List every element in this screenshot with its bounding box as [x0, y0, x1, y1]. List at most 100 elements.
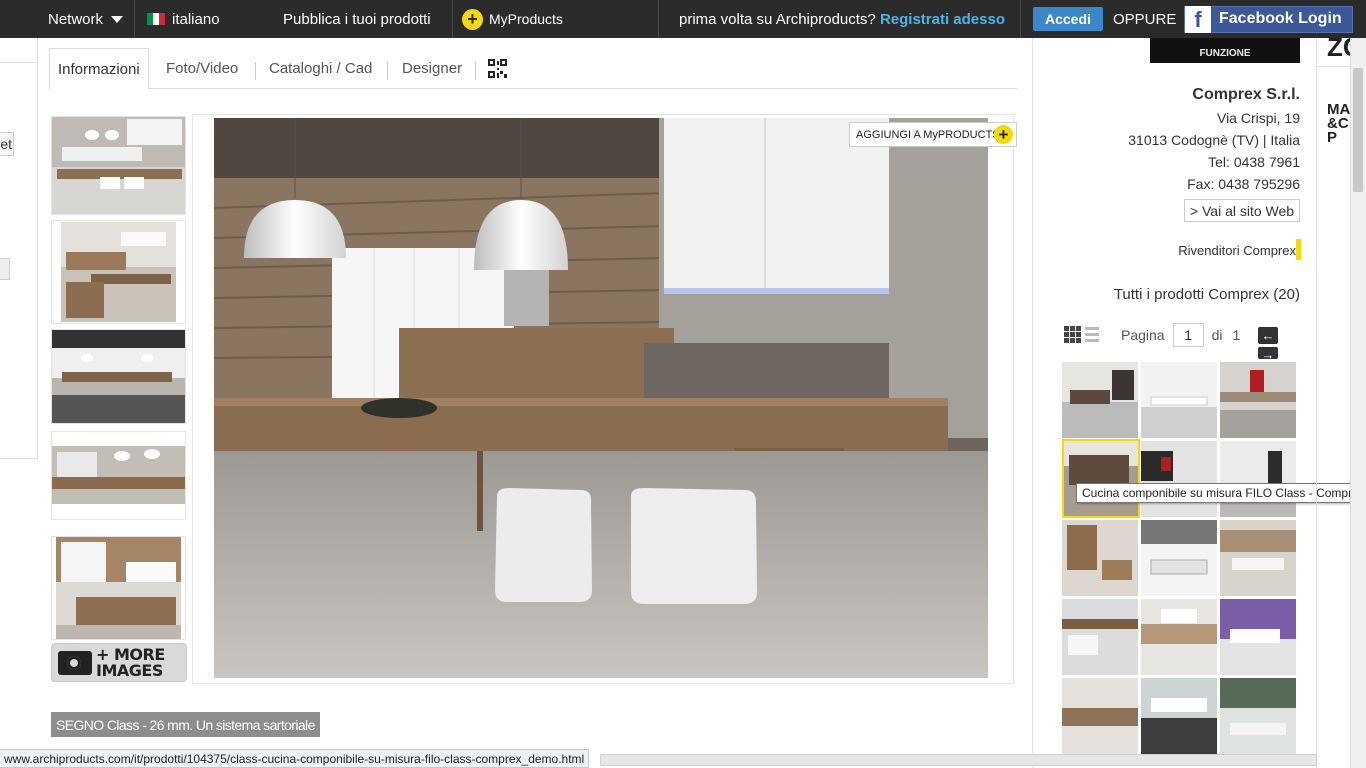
caption-text: SEGNO Class - 26 mm. Un sistema sartoria…: [56, 716, 315, 733]
product-thumbnail[interactable]: [1220, 678, 1296, 754]
product-photo: [1062, 362, 1138, 438]
publish-products-link[interactable]: Pubblica i tuoi prodotti: [283, 0, 431, 38]
adjacent-column-fragment: ZC MA &C P: [1316, 32, 1351, 768]
add-to-myproducts-button[interactable]: AGGIUNGI A MyPRODUCTS +: [849, 122, 1017, 147]
main-product-image[interactable]: [214, 118, 988, 678]
network-menu[interactable]: Network: [48, 0, 124, 38]
scrollbar-thumb[interactable]: [1353, 68, 1363, 192]
page-number-input[interactable]: [1172, 322, 1204, 347]
next-page-arrow-icon[interactable]: →: [1258, 347, 1278, 359]
kitchen-photo: [61, 222, 176, 322]
company-phone: Tel: 0438 7961: [1208, 154, 1300, 170]
pagination: Pagina di 1: [1064, 322, 1240, 347]
product-thumbnail[interactable]: [1220, 520, 1296, 596]
product-photo: [1062, 520, 1138, 596]
logo-text: FUNZIONE: [1199, 47, 1251, 59]
brand-logo[interactable]: FUNZIONE: [1150, 38, 1300, 63]
language-label: italiano: [172, 10, 220, 28]
website-link-button[interactable]: > Vai al sito Web: [1184, 199, 1300, 222]
gallery-thumbnail[interactable]: [51, 220, 186, 324]
product-thumbnail[interactable]: [1141, 362, 1217, 438]
product-thumbnail[interactable]: [1220, 362, 1296, 438]
dealers-link[interactable]: Rivenditori Comprex: [1178, 243, 1296, 258]
myproducts-link[interactable]: + MyProducts: [462, 0, 563, 38]
add-to-myproducts-label: AGGIUNGI A MyPRODUCTS: [856, 128, 1000, 141]
login-button[interactable]: Accedi: [1033, 7, 1103, 31]
first-time-text: prima volta su Archiproducts? Registrati…: [679, 0, 1005, 38]
fragment-text-1: ZC: [1327, 32, 1351, 62]
fragment-text-2: MA &C P: [1327, 103, 1350, 145]
top-navigation-bar: Network italiano Pubblica i tuoi prodott…: [0, 0, 1366, 38]
gallery-thumbnail[interactable]: [51, 431, 186, 520]
tab-label: Designer: [402, 60, 463, 77]
horizontal-scrollbar[interactable]: [600, 754, 1317, 766]
product-photo: [1220, 441, 1296, 517]
product-thumbnail[interactable]: [1141, 599, 1217, 675]
product-photo: [1220, 362, 1296, 438]
tab-label: Informazioni: [58, 60, 140, 78]
page-label: Pagina: [1121, 326, 1165, 343]
tab-designer[interactable]: Designer: [402, 48, 462, 89]
facebook-login-button[interactable]: f Facebook Login: [1184, 5, 1353, 33]
product-thumbnail[interactable]: [1062, 362, 1138, 438]
gallery-thumbnail[interactable]: [51, 116, 186, 215]
tab-foto-video[interactable]: Foto/Video: [166, 48, 238, 89]
product-thumbnail[interactable]: [1062, 678, 1138, 754]
kitchen-photo: [56, 537, 181, 639]
product-photo: [1141, 362, 1217, 438]
qr-code-tab[interactable]: [488, 48, 507, 89]
product-photo: [1141, 599, 1217, 675]
kitchen-photo: [52, 432, 185, 519]
facebook-login-label: Facebook Login: [1219, 10, 1342, 27]
tab-label: Cataloghi / Cad: [269, 60, 373, 77]
myproducts-label: MyProducts: [489, 11, 563, 27]
product-thumbnail[interactable]: [1141, 520, 1217, 596]
or-label: OPPURE: [1113, 10, 1177, 28]
publish-products-label: Pubblica i tuoi prodotti: [283, 10, 431, 28]
plus-icon: +: [462, 8, 483, 30]
tab-label: Foto/Video: [166, 60, 239, 77]
product-photo: [1141, 520, 1217, 596]
kitchen-photo: [52, 117, 185, 214]
company-name: Comprex S.r.l.: [1192, 86, 1300, 103]
product-thumbnail[interactable]: [1220, 441, 1296, 517]
grid-view-icon[interactable]: [1064, 326, 1081, 343]
product-thumbnail[interactable]: [1141, 441, 1217, 517]
product-thumbnail-selected[interactable]: [1062, 439, 1140, 518]
more-images-button[interactable]: + MORE IMAGES: [51, 643, 187, 682]
gallery-thumbnail[interactable]: [51, 536, 186, 640]
status-bar-url: www.archiproducts.com/it/prodotti/104375…: [0, 749, 590, 768]
image-caption: SEGNO Class - 26 mm. Un sistema sartoria…: [51, 712, 320, 737]
list-view-icon[interactable]: [1085, 327, 1099, 342]
partial-button-label: et: [0, 136, 12, 152]
kitchen-photo: [52, 330, 185, 423]
network-label: Network: [48, 10, 104, 28]
product-thumbnail[interactable]: [1062, 520, 1138, 596]
product-photo: [1220, 520, 1296, 596]
chevron-down-icon: [111, 15, 124, 23]
dealers-accent-bar: [1296, 239, 1301, 260]
company-fax: Fax: 0438 795296: [1187, 176, 1300, 192]
product-photo: [1220, 678, 1296, 754]
tab-cataloghi-cad[interactable]: Cataloghi / Cad: [269, 48, 372, 89]
plus-icon: +: [994, 125, 1013, 144]
language-selector[interactable]: italiano: [147, 0, 220, 38]
facebook-icon: f: [1185, 5, 1211, 33]
register-link[interactable]: Registrati adesso: [880, 11, 1005, 28]
kitchen-main-photo: [214, 118, 988, 678]
gallery-thumbnail[interactable]: [51, 329, 186, 424]
of-label: di: [1211, 326, 1223, 343]
product-thumbnail[interactable]: [1141, 678, 1217, 754]
prev-page-arrow-icon[interactable]: ←: [1258, 327, 1278, 344]
italy-flag-icon: [147, 13, 165, 25]
partial-icon[interactable]: [0, 258, 10, 280]
more-images-label: + MORE IMAGES: [96, 644, 165, 680]
first-time-label: prima volta su Archiproducts?: [679, 10, 876, 28]
partial-button[interactable]: et: [0, 132, 14, 156]
product-thumbnail[interactable]: [1062, 599, 1138, 675]
all-products-title[interactable]: Tutti i prodotti Comprex (20): [1114, 286, 1300, 303]
product-thumbnail[interactable]: [1220, 599, 1296, 675]
product-photo: [1220, 599, 1296, 675]
product-photo: [1141, 441, 1217, 517]
tab-informazioni[interactable]: Informazioni: [49, 48, 149, 90]
